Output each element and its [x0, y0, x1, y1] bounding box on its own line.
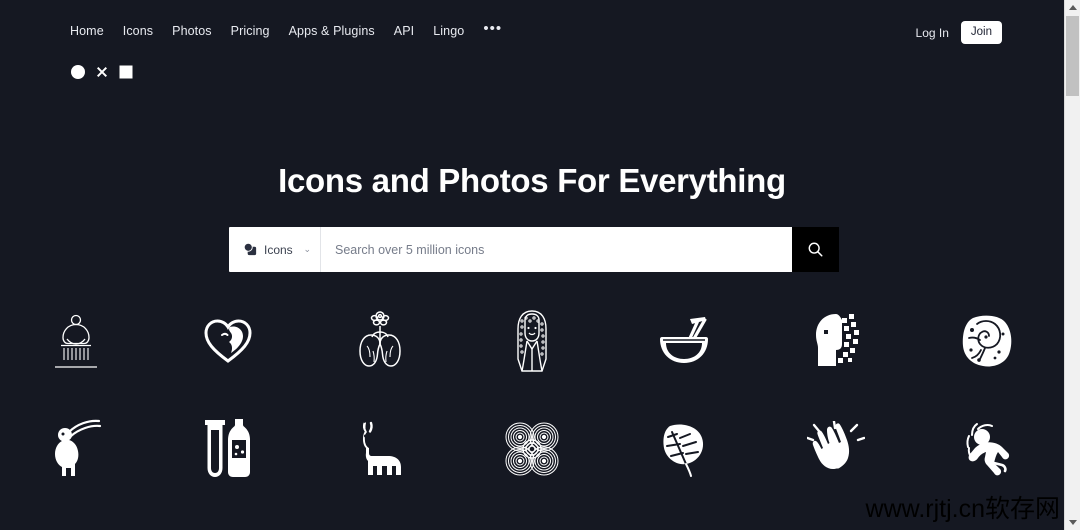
search-input[interactable] [321, 227, 792, 272]
scroll-down-arrow-icon[interactable] [1065, 515, 1080, 530]
close-x-icon[interactable] [94, 64, 110, 80]
llama-icon[interactable] [304, 408, 456, 490]
test-tube-bottle-icon[interactable] [152, 408, 304, 490]
noodle-bowl-icon[interactable] [608, 300, 760, 382]
nav-pricing[interactable]: Pricing [231, 23, 270, 39]
watermark-text: www.rjtj.cn软存网 [865, 495, 1060, 523]
heart-face-icon[interactable] [152, 300, 304, 382]
goat-icon[interactable] [0, 408, 152, 490]
search-bar: Icons ⌄ [229, 227, 839, 272]
stretching-person-icon[interactable] [912, 408, 1064, 490]
vertical-scrollbar[interactable] [1064, 0, 1080, 530]
nav-lingo[interactable]: Lingo [433, 23, 464, 39]
chevron-down-icon: ⌄ [303, 244, 311, 254]
nav-icons[interactable]: Icons [123, 23, 153, 39]
pixelated-head-icon[interactable] [760, 300, 912, 382]
square-shape-icon[interactable] [118, 64, 134, 80]
circle-shape-icon[interactable] [70, 64, 86, 80]
top-navigation-bar: Home Icons Photos Pricing Apps & Plugins… [0, 0, 1064, 58]
browser-page: Home Icons Photos Pricing Apps & Plugins… [0, 0, 1080, 530]
search-type-label: Icons [264, 242, 293, 257]
spiral-pattern-icon[interactable] [456, 408, 608, 490]
hero-section: Icons and Photos For Everything [0, 160, 1064, 202]
nav-home[interactable]: Home [70, 23, 104, 39]
nav-account-area: Log In Join [916, 21, 1002, 44]
search-type-dropdown[interactable]: Icons ⌄ [229, 227, 321, 272]
nav-photos[interactable]: Photos [172, 23, 212, 39]
page-title: Icons and Photos For Everything [278, 162, 786, 199]
shapes-row [70, 64, 134, 80]
icon-grid-row-2 [0, 408, 1064, 490]
arrow-up-glyph [1068, 5, 1077, 10]
woman-long-hair-icon[interactable] [456, 300, 608, 382]
site-canvas: Home Icons Photos Pricing Apps & Plugins… [0, 0, 1064, 530]
join-button[interactable]: Join [960, 21, 1002, 44]
nav-more-icon[interactable]: ••• [483, 21, 502, 37]
scrollbar-thumb[interactable] [1066, 16, 1079, 96]
nav-links: Home Icons Photos Pricing Apps & Plugins… [70, 21, 502, 39]
search-icon [808, 242, 823, 257]
icon-grid-row-1 [0, 300, 1064, 382]
nav-apps-plugins[interactable]: Apps & Plugins [289, 23, 375, 39]
arrow-down-glyph [1068, 520, 1077, 525]
nav-api[interactable]: API [394, 23, 414, 39]
clapping-hands-icon[interactable] [760, 408, 912, 490]
scroll-up-arrow-icon[interactable] [1065, 0, 1080, 15]
shapes-icon [243, 242, 257, 256]
login-link[interactable]: Log In [916, 26, 949, 40]
search-button[interactable] [792, 227, 839, 272]
monstera-leaf-icon[interactable] [608, 408, 760, 490]
lungs-flower-icon[interactable] [304, 300, 456, 382]
ammonite-fossil-icon[interactable] [912, 300, 1064, 382]
meditation-shower-icon[interactable] [0, 300, 152, 382]
